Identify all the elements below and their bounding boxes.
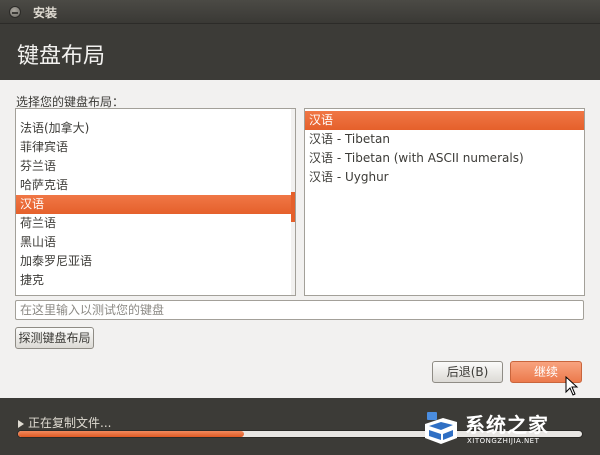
- list-item[interactable]: 菲律宾语: [16, 138, 292, 157]
- detect-layout-button[interactable]: 探测键盘布局: [15, 327, 94, 349]
- variant-item-selected[interactable]: 汉语: [305, 111, 584, 130]
- close-window-icon[interactable]: [9, 6, 21, 18]
- variant-item[interactable]: 汉语 - Tibetan: [305, 130, 584, 149]
- list-item[interactable]: 芬兰语: [16, 157, 292, 176]
- window-title: 安装: [33, 6, 58, 20]
- watermark: 系统之家 XITONGZHIJIA.NET: [421, 406, 596, 452]
- variant-item[interactable]: 汉语 - Uyghur: [305, 168, 584, 187]
- list-item[interactable]: 捷克: [16, 271, 292, 290]
- back-button[interactable]: 后退(B): [432, 361, 503, 383]
- progress-status: 正在复制文件...: [28, 416, 112, 430]
- keyboard-variant-list[interactable]: 汉语 汉语 - Tibetan 汉语 - Tibetan (with ASCII…: [304, 108, 585, 296]
- list-item[interactable]: 法语(加拿大): [16, 119, 292, 138]
- left-list-scrollbar[interactable]: [291, 109, 295, 295]
- list-item[interactable]: 黑山语: [16, 233, 292, 252]
- mouse-cursor-icon: [565, 376, 579, 396]
- progress-bar-fill: [18, 431, 244, 437]
- watermark-text: 系统之家: [465, 413, 549, 437]
- list-item-clipped-bottom: [16, 290, 292, 295]
- list-item[interactable]: 荷兰语: [16, 214, 292, 233]
- scrollbar-thumb[interactable]: [291, 192, 295, 222]
- variant-item[interactable]: 汉语 - Tibetan (with ASCII numerals): [305, 149, 584, 168]
- keyboard-language-list[interactable]: 法语(加拿大) 菲律宾语 芬兰语 哈萨克语 汉语 荷兰语 黑山语 加泰罗尼亚语 …: [15, 108, 296, 296]
- page-title: 键盘布局: [17, 44, 106, 69]
- keyboard-test-input[interactable]: [15, 300, 584, 320]
- page-header: 键盘布局: [0, 24, 600, 80]
- list-item-clipped-top: [16, 109, 292, 119]
- watermark-url: XITONGZHIJIA.NET: [467, 437, 540, 445]
- list-item-selected[interactable]: 汉语: [16, 195, 292, 214]
- list-item[interactable]: 加泰罗尼亚语: [16, 252, 292, 271]
- watermark-logo-icon: [425, 412, 457, 444]
- expand-arrow-icon[interactable]: [18, 420, 24, 428]
- title-bar: 安装: [0, 0, 600, 24]
- list-item[interactable]: 哈萨克语: [16, 176, 292, 195]
- main-content: 选择您的键盘布局： 法语(加拿大) 菲律宾语 芬兰语 哈萨克语 汉语 荷兰语 黑…: [0, 80, 600, 398]
